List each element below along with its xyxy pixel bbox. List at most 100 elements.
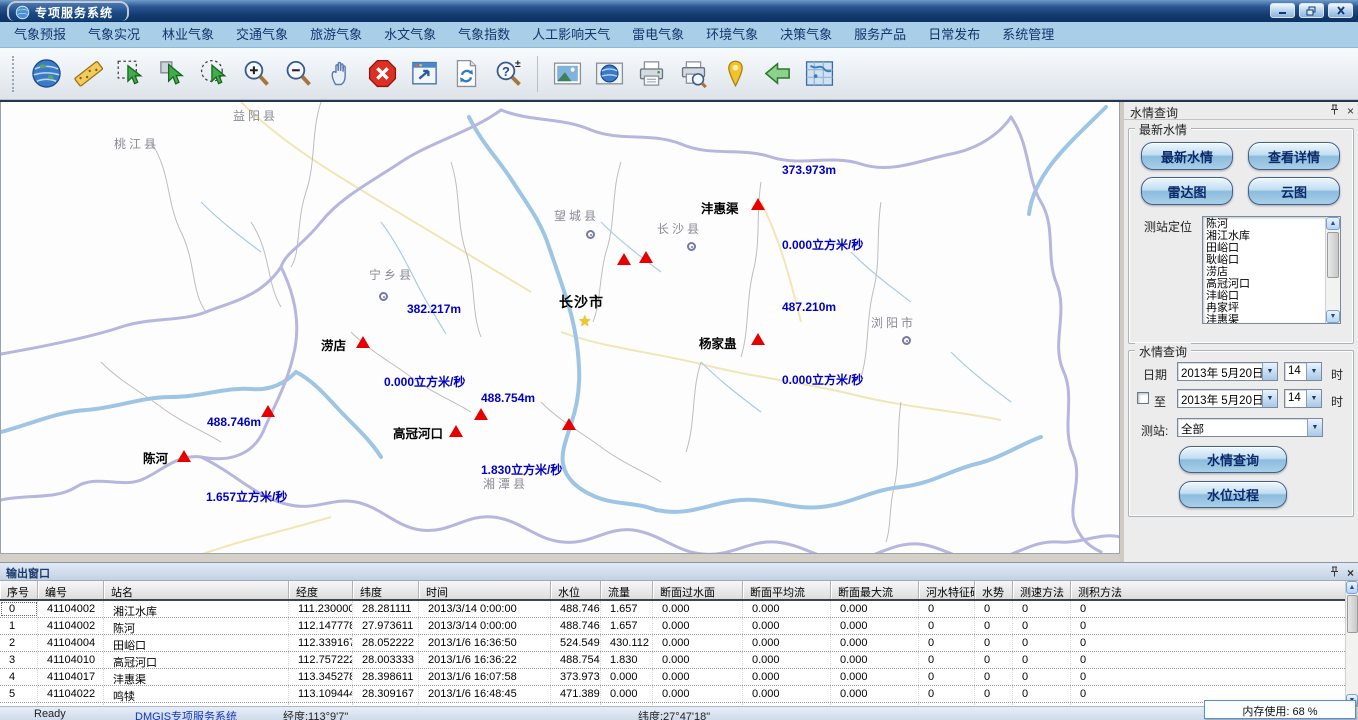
select-region-icon[interactable] xyxy=(113,55,147,93)
menu-item-雷电气象[interactable]: 雷电气象 xyxy=(621,22,695,47)
overview-map-icon[interactable] xyxy=(802,55,836,93)
chevron-down-icon[interactable]: ▼ xyxy=(1262,363,1277,380)
table-row[interactable]: 041104002湘江水库111.23000028.2811112013/3/1… xyxy=(0,601,1345,618)
pin-icon[interactable] xyxy=(1330,104,1339,117)
column-header[interactable]: 测速方法 xyxy=(1013,581,1071,599)
station-listbox[interactable]: 陈河湘江水库田峪口耿峪口涝店高冠河口沣峪口冉家坪沣惠渠 xyxy=(1202,216,1341,324)
placemark-icon[interactable] xyxy=(718,55,752,93)
column-header[interactable]: 经度 xyxy=(289,581,353,599)
station-list-item[interactable]: 冉家坪 xyxy=(1206,302,1324,314)
station-list-item[interactable]: 陈河 xyxy=(1206,218,1324,230)
table-row[interactable]: 441104017沣惠渠113.34527828.3986112013/1/6 … xyxy=(0,669,1345,686)
column-header[interactable]: 断面过水面 xyxy=(653,581,743,599)
column-header[interactable]: 站名 xyxy=(104,581,289,599)
select-feature-icon[interactable] xyxy=(155,55,189,93)
menu-item-林业气象[interactable]: 林业气象 xyxy=(151,22,225,47)
menu-item-系统管理[interactable]: 系统管理 xyxy=(991,22,1065,47)
cloud-chart-button[interactable]: 云图 xyxy=(1248,177,1340,205)
water-query-button[interactable]: 水情查询 xyxy=(1179,446,1287,473)
scroll-up-icon[interactable]: ▲ xyxy=(1346,581,1358,594)
radar-chart-button[interactable]: 雷达图 xyxy=(1141,177,1233,205)
menu-item-气象指数[interactable]: 气象指数 xyxy=(447,22,521,47)
station-marker-icon[interactable] xyxy=(449,425,463,437)
table-row[interactable]: 141104002陈河112.14777827.9736112013/3/14 … xyxy=(0,618,1345,635)
column-header[interactable]: 时间 xyxy=(419,581,551,599)
station-list-item[interactable]: 沣惠渠 xyxy=(1206,314,1324,324)
menu-item-日常发布[interactable]: 日常发布 xyxy=(917,22,991,47)
station-list-item[interactable]: 沣峪口 xyxy=(1206,290,1324,302)
full-extent-icon[interactable] xyxy=(407,55,441,93)
zoom-in-icon[interactable] xyxy=(239,55,273,93)
station-marker-icon[interactable] xyxy=(562,418,576,430)
table-row[interactable]: 541104022鸣犊113.10944428.3091672013/1/6 1… xyxy=(0,686,1345,703)
identify-icon[interactable]: ? ± xyxy=(491,55,525,93)
to-checkbox[interactable] xyxy=(1137,392,1149,404)
date-from-combo[interactable]: 2013年 5月20日 ▼ xyxy=(1177,362,1278,381)
print-preview-icon[interactable] xyxy=(676,55,710,93)
table-row[interactable]: 241104004田峪口112.33916728.0522222013/1/6 … xyxy=(0,635,1345,652)
station-list-item[interactable]: 高冠河口 xyxy=(1206,278,1324,290)
hour-from-combo[interactable]: 14 ▼ xyxy=(1284,362,1322,381)
menu-item-气象预报[interactable]: 气象预报 xyxy=(3,22,77,47)
print-icon[interactable] xyxy=(634,55,668,93)
stop-icon[interactable] xyxy=(365,55,399,93)
menu-item-水文气象[interactable]: 水文气象 xyxy=(373,22,447,47)
close-icon[interactable] xyxy=(1328,3,1353,18)
station-marker-icon[interactable] xyxy=(751,333,765,345)
column-header[interactable]: 河水特征码 xyxy=(919,581,975,599)
station-marker-icon[interactable] xyxy=(356,336,370,348)
refresh-icon[interactable] xyxy=(449,55,483,93)
chevron-down-icon[interactable]: ▼ xyxy=(1306,363,1321,380)
export-map-icon[interactable] xyxy=(592,55,626,93)
close-icon[interactable]: × xyxy=(1347,567,1354,579)
chevron-down-icon[interactable]: ▼ xyxy=(1262,390,1277,407)
station-marker-icon[interactable] xyxy=(639,251,653,263)
close-icon[interactable]: × xyxy=(1347,105,1354,117)
menu-item-气象实况[interactable]: 气象实况 xyxy=(77,22,151,47)
menu-item-决策气象[interactable]: 决策气象 xyxy=(769,22,843,47)
chevron-down-icon[interactable]: ▼ xyxy=(1307,419,1322,436)
column-header[interactable]: 编号 xyxy=(38,581,104,599)
station-marker-icon[interactable] xyxy=(474,408,488,420)
view-details-button[interactable]: 查看详情 xyxy=(1248,142,1340,170)
station-list-item[interactable]: 涝店 xyxy=(1206,266,1324,278)
pan-icon[interactable] xyxy=(323,55,357,93)
measure-icon[interactable] xyxy=(71,55,105,93)
map-canvas[interactable]: 益阳县桃江县宁乡县望城县长沙县浏阳市湘潭县长沙市沣惠渠杨家蛊涝店高冠河口陈河37… xyxy=(0,102,1120,554)
minimize-icon[interactable] xyxy=(1270,3,1295,18)
scroll-thumb[interactable] xyxy=(1327,232,1339,278)
pin-icon[interactable] xyxy=(1330,566,1339,579)
menu-item-旅游气象[interactable]: 旅游气象 xyxy=(299,22,373,47)
scroll-thumb[interactable] xyxy=(1347,595,1358,633)
station-combo[interactable]: 全部 ▼ xyxy=(1177,418,1323,437)
latest-water-button[interactable]: 最新水情 xyxy=(1141,142,1233,170)
menu-item-服务产品[interactable]: 服务产品 xyxy=(843,22,917,47)
column-header[interactable]: 断面最大流 xyxy=(831,581,919,599)
scroll-up-icon[interactable]: ▲ xyxy=(1326,217,1340,230)
station-list-item[interactable]: 田峪口 xyxy=(1206,242,1324,254)
station-marker-icon[interactable] xyxy=(751,198,765,210)
column-header[interactable]: 测积方法 xyxy=(1071,581,1345,599)
column-header[interactable]: 水位 xyxy=(551,581,601,599)
table-scrollbar[interactable]: ▲ ▼ xyxy=(1345,581,1358,707)
back-icon[interactable] xyxy=(760,55,794,93)
chevron-down-icon[interactable]: ▼ xyxy=(1306,390,1321,407)
export-image-icon[interactable] xyxy=(550,55,584,93)
scroll-down-icon[interactable]: ▼ xyxy=(1326,310,1340,323)
station-list-item[interactable]: 湘江水库 xyxy=(1206,230,1324,242)
hour-to-combo[interactable]: 14 ▼ xyxy=(1284,389,1322,408)
globe-icon[interactable] xyxy=(29,55,63,93)
menu-item-人工影响天气[interactable]: 人工影响天气 xyxy=(521,22,621,47)
list-scrollbar[interactable]: ▲ ▼ xyxy=(1325,217,1340,323)
select-circle-icon[interactable] xyxy=(197,55,231,93)
column-header[interactable]: 流量 xyxy=(601,581,653,599)
date-to-combo[interactable]: 2013年 5月20日 ▼ xyxy=(1177,389,1278,408)
station-marker-icon[interactable] xyxy=(261,405,275,417)
column-header[interactable]: 纬度 xyxy=(353,581,419,599)
restore-icon[interactable] xyxy=(1299,3,1324,18)
menu-item-环境气象[interactable]: 环境气象 xyxy=(695,22,769,47)
station-marker-icon[interactable] xyxy=(617,253,631,265)
station-list-item[interactable]: 耿峪口 xyxy=(1206,254,1324,266)
column-header[interactable]: 水势 xyxy=(975,581,1013,599)
station-marker-icon[interactable] xyxy=(177,450,191,462)
